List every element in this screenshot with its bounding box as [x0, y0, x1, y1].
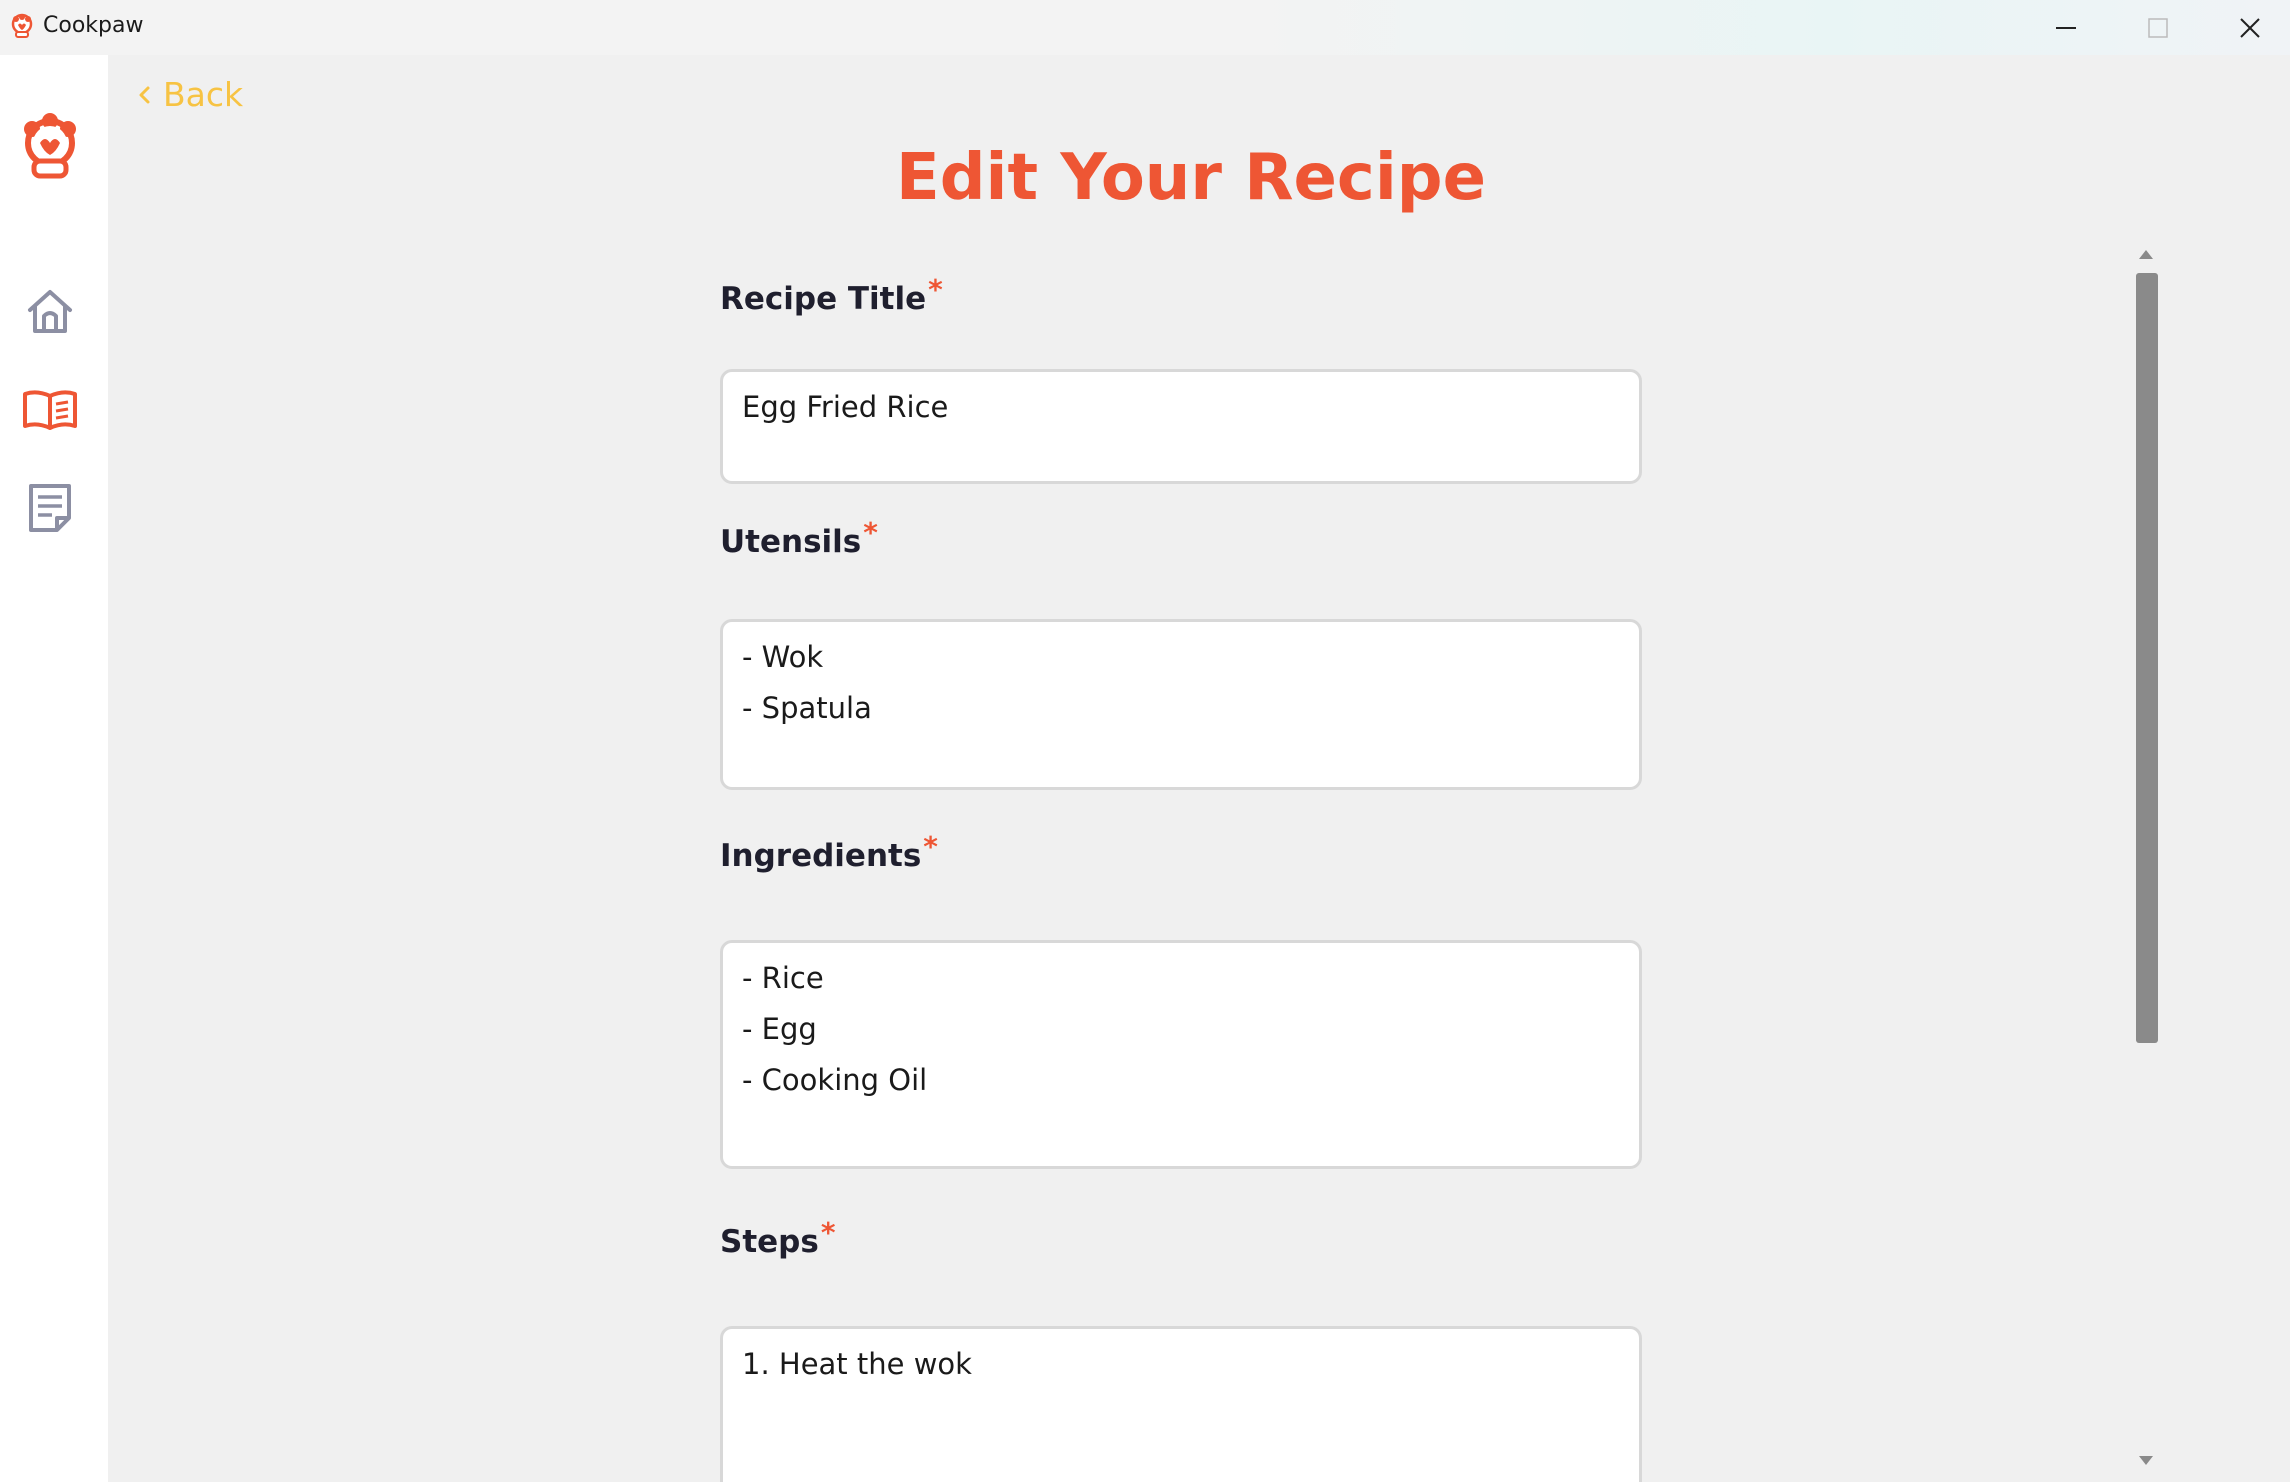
ingredients-label-text: Ingredients — [720, 838, 922, 874]
scroll-down-arrow-icon[interactable] — [2139, 1456, 2153, 1465]
page-title: Edit Your Recipe — [896, 141, 1486, 215]
recipe-title-input[interactable]: Egg Fried Rice — [720, 369, 1642, 484]
scroll-up-arrow-icon[interactable] — [2139, 250, 2153, 259]
required-mark: * — [923, 830, 938, 863]
back-label: Back — [163, 75, 244, 114]
sidebar-item-notes[interactable] — [20, 478, 80, 538]
paw-chef-hat-icon[interactable] — [16, 109, 84, 181]
notepad-icon — [29, 484, 71, 532]
required-mark: * — [820, 1216, 836, 1249]
recipe-title-label: Recipe Title* — [720, 273, 943, 317]
utensils-line: - Spatula — [742, 691, 872, 725]
app-logo-icon — [11, 13, 33, 38]
minimize-button[interactable] — [2020, 0, 2112, 55]
maximize-icon — [2148, 17, 2168, 38]
ingredients-line: - Cooking Oil — [742, 1063, 928, 1097]
app-name: Cookpaw — [43, 13, 144, 38]
open-book-icon — [23, 390, 77, 430]
chevron-left-icon — [139, 86, 150, 103]
steps-label: Steps* — [720, 1216, 835, 1260]
utensils-label-text: Utensils — [720, 524, 862, 560]
utensils-line: - Wok — [742, 640, 824, 674]
sidebar-item-recipes[interactable] — [20, 380, 80, 440]
utensils-textarea[interactable]: - Wok - Spatula — [720, 619, 1642, 790]
steps-textarea[interactable]: 1. Heat the wok — [720, 1326, 1642, 1482]
ingredients-label: Ingredients* — [720, 830, 938, 874]
scrollbar-thumb[interactable] — [2136, 273, 2158, 1043]
required-mark: * — [928, 273, 943, 306]
steps-line: 1. Heat the wok — [742, 1347, 972, 1381]
recipe-title-label-text: Recipe Title — [720, 281, 927, 317]
close-icon — [2240, 17, 2260, 38]
utensils-label: Utensils* — [720, 516, 878, 560]
ingredients-textarea[interactable]: - Rice - Egg - Cooking Oil — [720, 940, 1642, 1169]
page-title-container: Edit Your Recipe — [108, 138, 2274, 218]
recipe-title-value: Egg Fried Rice — [742, 390, 949, 424]
close-button[interactable] — [2204, 0, 2290, 55]
ingredients-line: - Egg — [742, 1012, 817, 1046]
home-icon — [28, 290, 72, 333]
sidebar-item-home[interactable] — [20, 281, 80, 341]
maximize-button[interactable] — [2112, 0, 2204, 55]
minimize-icon — [2056, 26, 2076, 29]
sidebar — [0, 55, 108, 1482]
back-button[interactable]: Back — [137, 75, 243, 114]
required-mark: * — [863, 516, 878, 549]
ingredients-line: - Rice — [742, 961, 824, 995]
steps-label-text: Steps — [720, 1224, 819, 1260]
title-bar: Cookpaw — [0, 0, 2290, 55]
